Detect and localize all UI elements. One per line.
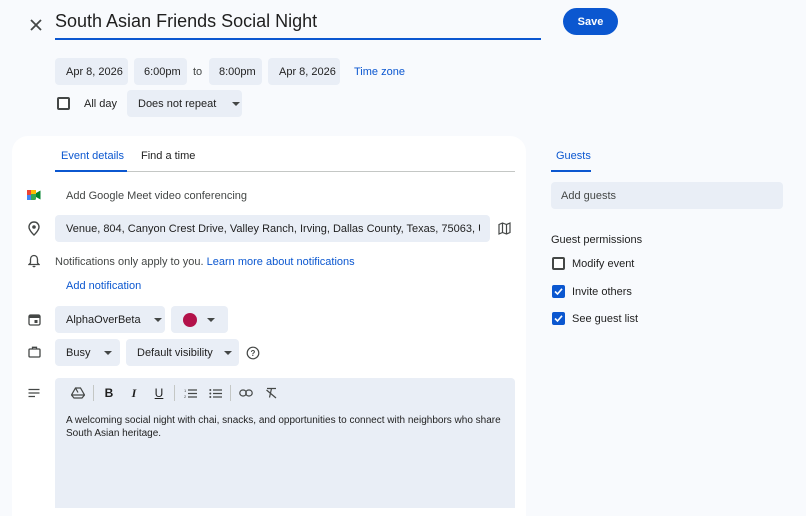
bold-button[interactable]: B — [99, 383, 119, 403]
end-date-chip[interactable]: Apr 8, 2026 — [268, 58, 340, 85]
calendar-icon — [26, 311, 42, 327]
start-time-text: 6:00pm — [144, 65, 181, 78]
clear-formatting-button[interactable] — [261, 383, 281, 403]
checkmark-icon — [554, 288, 563, 296]
chevron-down-icon — [232, 101, 241, 106]
add-guests-placeholder: Add guests — [561, 189, 617, 202]
invite-others-checkbox[interactable] — [552, 285, 565, 298]
calendar-color-select[interactable] — [171, 306, 228, 333]
location-text: Venue, 804, Canyon Crest Drive, Valley R… — [66, 222, 480, 235]
location-input[interactable]: Venue, 804, Canyon Crest Drive, Valley R… — [55, 215, 490, 242]
svg-text:2: 2 — [184, 394, 187, 399]
toolbar-divider — [230, 385, 231, 401]
availability-select[interactable]: Busy — [55, 339, 120, 366]
svg-text:1: 1 — [184, 388, 187, 393]
start-date-chip[interactable]: Apr 8, 2026 — [55, 58, 128, 85]
bulleted-list-icon — [208, 388, 222, 398]
availability-text: Busy — [66, 346, 91, 359]
google-meet-icon — [26, 187, 42, 203]
description-icon — [26, 385, 42, 401]
clear-formatting-icon — [265, 387, 276, 399]
add-guests-input[interactable]: Add guests — [551, 182, 783, 209]
description-text: A welcoming social night with chai, snac… — [66, 415, 501, 439]
visibility-select[interactable]: Default visibility — [126, 339, 239, 366]
link-icon — [239, 389, 253, 397]
italic-button[interactable]: I — [124, 383, 144, 403]
calendar-select[interactable]: AlphaOverBeta — [55, 306, 165, 333]
color-swatch — [183, 312, 197, 327]
chevron-down-icon — [153, 317, 162, 322]
active-tab-indicator — [55, 170, 127, 172]
tabs-divider — [127, 171, 515, 172]
bell-icon — [26, 253, 42, 269]
tab-event-details[interactable]: Event details — [61, 150, 124, 162]
numbered-list-icon: 1 2 — [184, 388, 197, 399]
invite-others-label: Invite others — [572, 286, 632, 298]
end-time-text: 8:00pm — [219, 65, 256, 78]
guests-tab-indicator — [551, 170, 591, 172]
chevron-down-icon — [104, 350, 113, 355]
close-button[interactable] — [24, 13, 48, 37]
see-guest-list-checkbox[interactable] — [552, 312, 565, 325]
svg-text:?: ? — [251, 349, 256, 358]
location-pin-icon — [26, 220, 42, 236]
drive-attach-button[interactable] — [68, 383, 88, 403]
calendar-name: AlphaOverBeta — [66, 313, 141, 326]
checkmark-icon — [554, 315, 563, 323]
modify-event-label: Modify event — [572, 258, 635, 270]
toolbar-divider — [93, 385, 94, 401]
numbered-list-button[interactable]: 1 2 — [180, 383, 200, 403]
save-button[interactable]: Save — [563, 8, 618, 35]
repeat-text: Does not repeat — [138, 97, 217, 110]
repeat-dropdown[interactable]: Does not repeat — [127, 90, 242, 117]
all-day-checkbox[interactable] — [57, 97, 70, 110]
to-label: to — [193, 66, 203, 78]
modify-event-checkbox[interactable] — [552, 257, 565, 270]
help-icon[interactable]: ? — [245, 345, 261, 361]
toolbar-divider — [174, 385, 175, 401]
briefcase-icon — [26, 344, 42, 360]
bulleted-list-button[interactable] — [205, 383, 225, 403]
notification-info: Notifications only apply to you. Learn m… — [55, 256, 355, 268]
timezone-link[interactable]: Time zone — [354, 66, 405, 78]
all-day-label: All day — [84, 98, 118, 110]
tab-find-a-time[interactable]: Find a time — [141, 150, 195, 162]
notification-text: Notifications only apply to you. — [55, 256, 204, 268]
tab-guests[interactable]: Guests — [556, 150, 591, 162]
start-date-text: Apr 8, 2026 — [66, 65, 123, 78]
close-icon — [30, 19, 42, 31]
editor-toolbar: B I U 1 2 — [68, 383, 281, 403]
add-meet-button[interactable]: Add Google Meet video conferencing — [66, 190, 247, 202]
underline-button[interactable]: U — [149, 383, 169, 403]
insert-link-button[interactable] — [236, 383, 256, 403]
notification-learn-more-link[interactable]: Learn more about notifications — [207, 256, 355, 268]
google-drive-icon — [71, 387, 85, 399]
visibility-text: Default visibility — [137, 346, 213, 359]
event-title-input[interactable] — [55, 8, 541, 40]
start-time-chip[interactable]: 6:00pm — [134, 58, 187, 85]
guest-permissions-title: Guest permissions — [551, 234, 643, 246]
map-icon[interactable] — [496, 220, 512, 236]
end-time-chip[interactable]: 8:00pm — [209, 58, 262, 85]
chevron-down-icon — [207, 317, 215, 322]
chevron-down-icon — [223, 350, 232, 355]
add-notification-button[interactable]: Add notification — [66, 280, 141, 292]
see-guest-list-label: See guest list — [572, 313, 639, 325]
end-date-text: Apr 8, 2026 — [279, 65, 336, 78]
